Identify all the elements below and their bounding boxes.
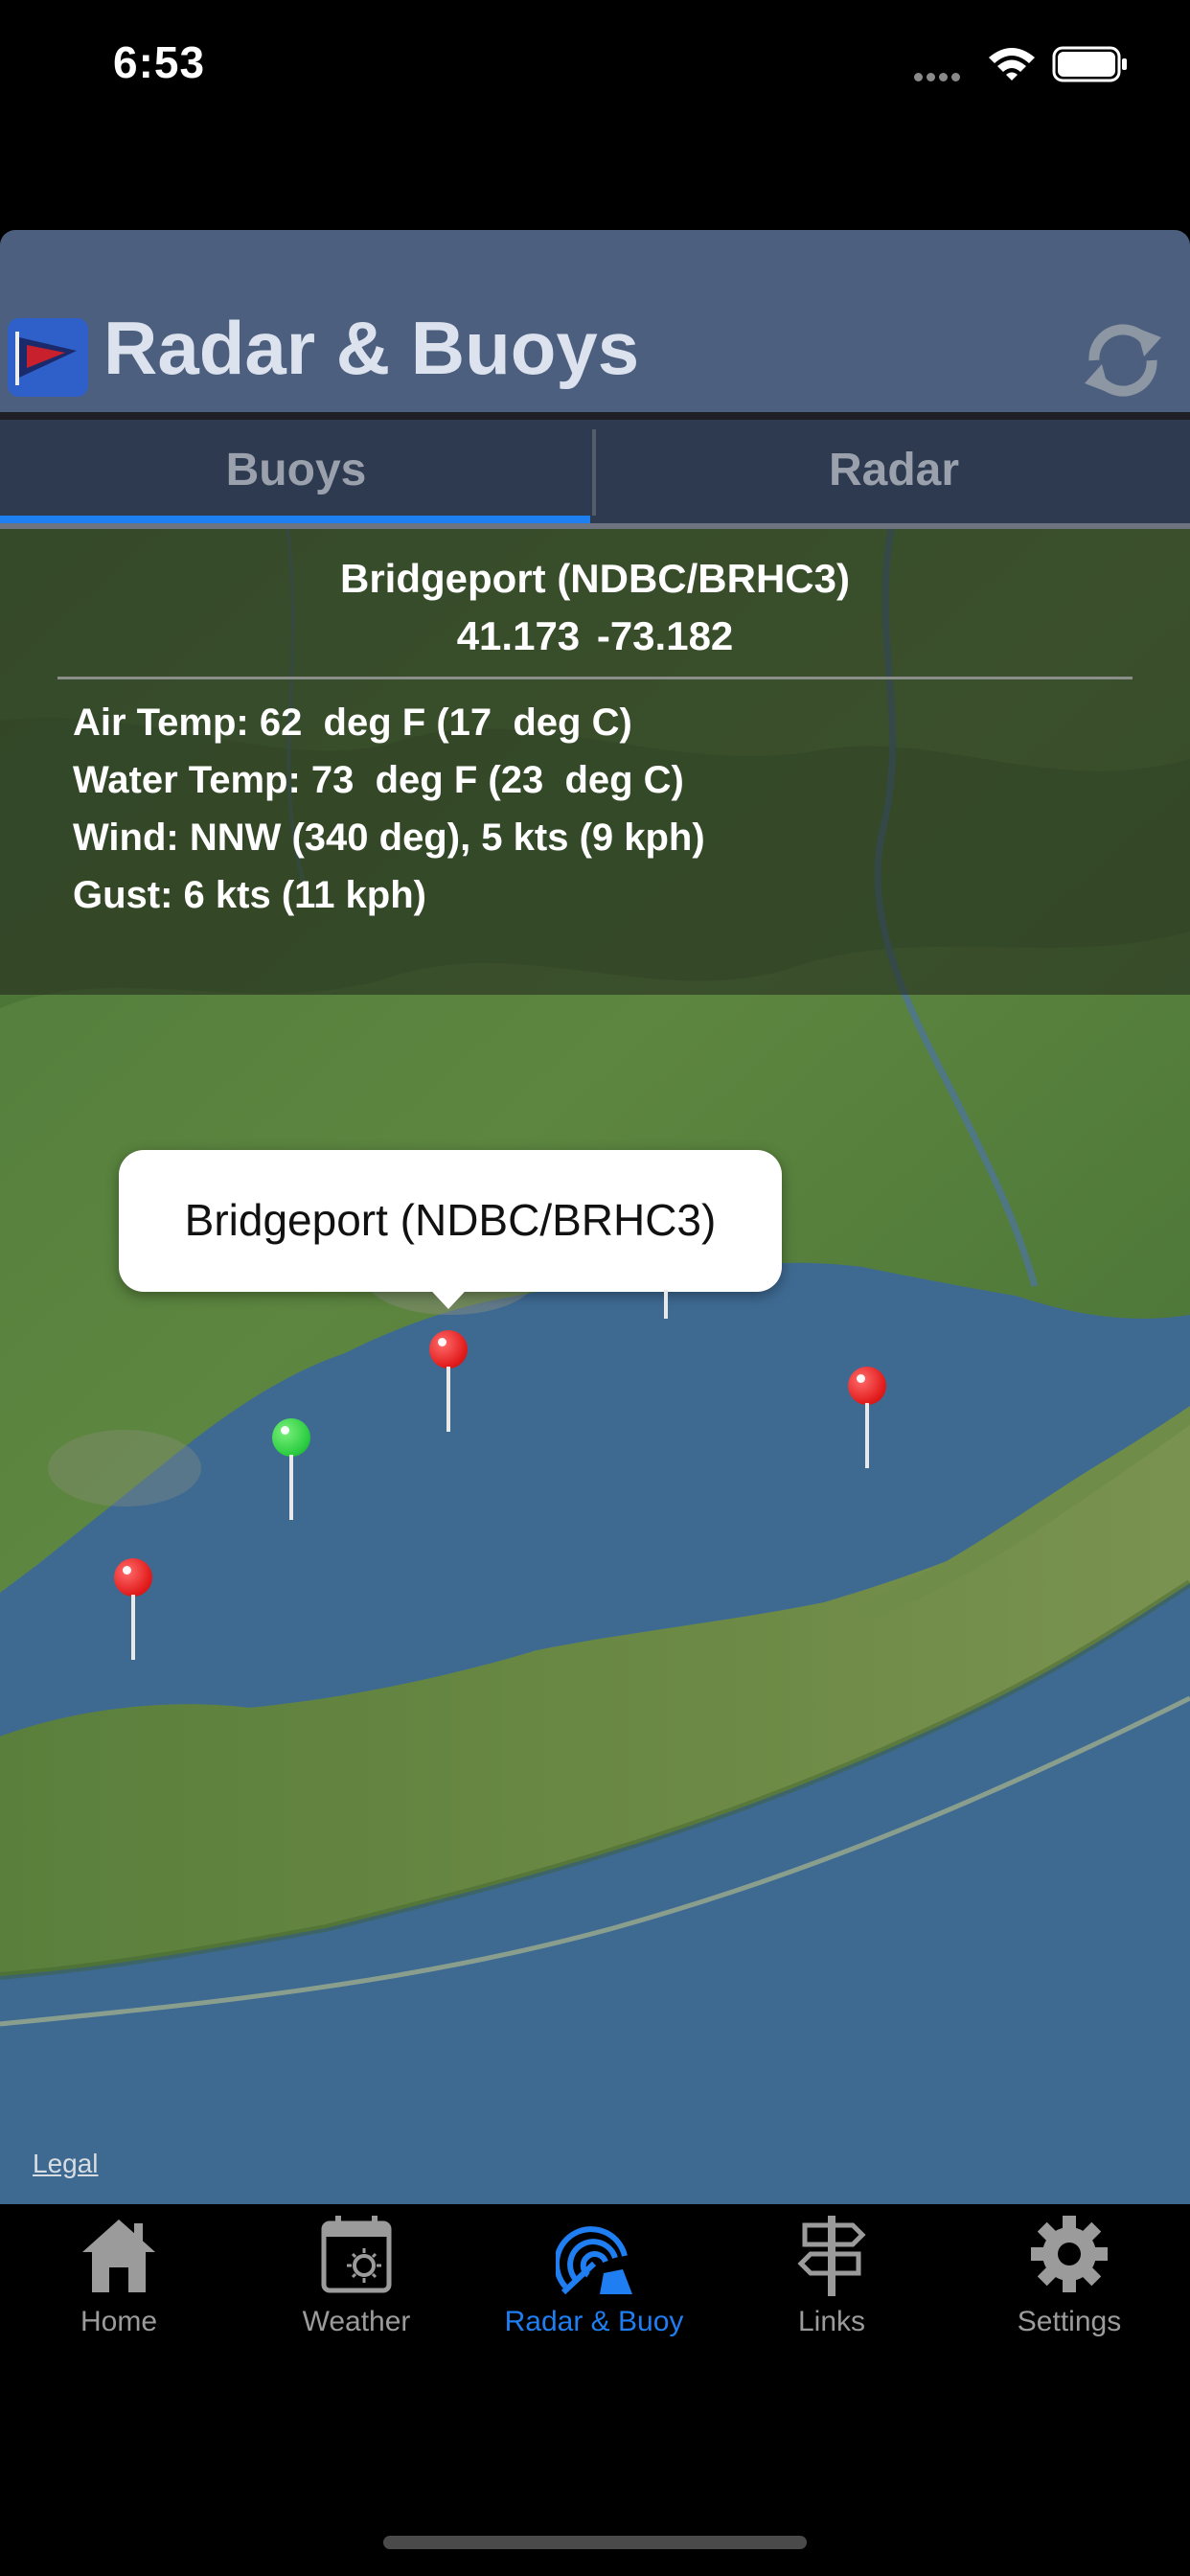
water-temp-reading: Water Temp: 73 deg F (23 deg C) [73, 759, 684, 801]
air-temp-reading: Air Temp: 62 deg F (17 deg C) [73, 702, 632, 744]
callout-pointer [422, 1280, 475, 1309]
tab-separator [592, 429, 596, 516]
buoy-pin-green[interactable] [270, 1418, 312, 1524]
buoy-pin[interactable] [112, 1558, 154, 1664]
radar-icon [556, 2226, 632, 2295]
info-divider [57, 677, 1133, 679]
gust-reading: Gust: 6 kts (11 kph) [73, 874, 426, 916]
tab-home-label: Home [80, 2306, 158, 2337]
tab-settings[interactable]: Settings [950, 2214, 1188, 2348]
tab-radar-buoy[interactable]: Radar & Buoy [475, 2214, 713, 2348]
weather-icon [321, 2216, 392, 2293]
tab-settings-label: Settings [1017, 2306, 1122, 2337]
wind-reading: Wind: NNW (340 deg), 5 kts (9 kph) [73, 816, 705, 859]
home-indicator[interactable] [383, 2536, 807, 2549]
buoy-pin-bridgeport[interactable] [427, 1330, 469, 1436]
tab-links[interactable]: Links [713, 2214, 950, 2348]
home-icon [82, 2220, 155, 2292]
tab-weather-label: Weather [302, 2306, 411, 2337]
app-logo-icon [8, 318, 88, 397]
buoy-pin-needle-partial[interactable] [664, 1290, 668, 1319]
tab-radar-buoy-label: Radar & Buoy [504, 2306, 684, 2337]
header-divider [0, 412, 1190, 420]
station-name: Bridgeport (NDBC/BRHC3) [340, 556, 850, 601]
callout-label: Bridgeport (NDBC/BRHC3) [184, 1195, 717, 1245]
legal-link[interactable]: Legal [33, 2149, 99, 2179]
tab-radar[interactable]: Radar [598, 420, 1190, 519]
station-coordinates: 41.173 -73.182 [456, 613, 734, 658]
buoy-pin[interactable] [846, 1367, 888, 1472]
status-time: 6:53 [113, 37, 206, 87]
wifi-icon [989, 48, 1035, 80]
tab-active-indicator [0, 516, 590, 523]
battery-icon [1052, 46, 1127, 82]
tab-links-label: Links [797, 2306, 866, 2337]
tab-home[interactable]: Home [0, 2214, 238, 2348]
tab-weather[interactable]: Weather [238, 2214, 475, 2348]
cellular-signal-icon [914, 69, 964, 86]
gear-icon [1031, 2216, 1108, 2292]
refresh-icon[interactable] [1075, 316, 1171, 402]
page-title: Radar & Buoys [103, 306, 640, 390]
signpost-icon [797, 2216, 866, 2296]
tab-buoys[interactable]: Buoys [0, 420, 592, 519]
